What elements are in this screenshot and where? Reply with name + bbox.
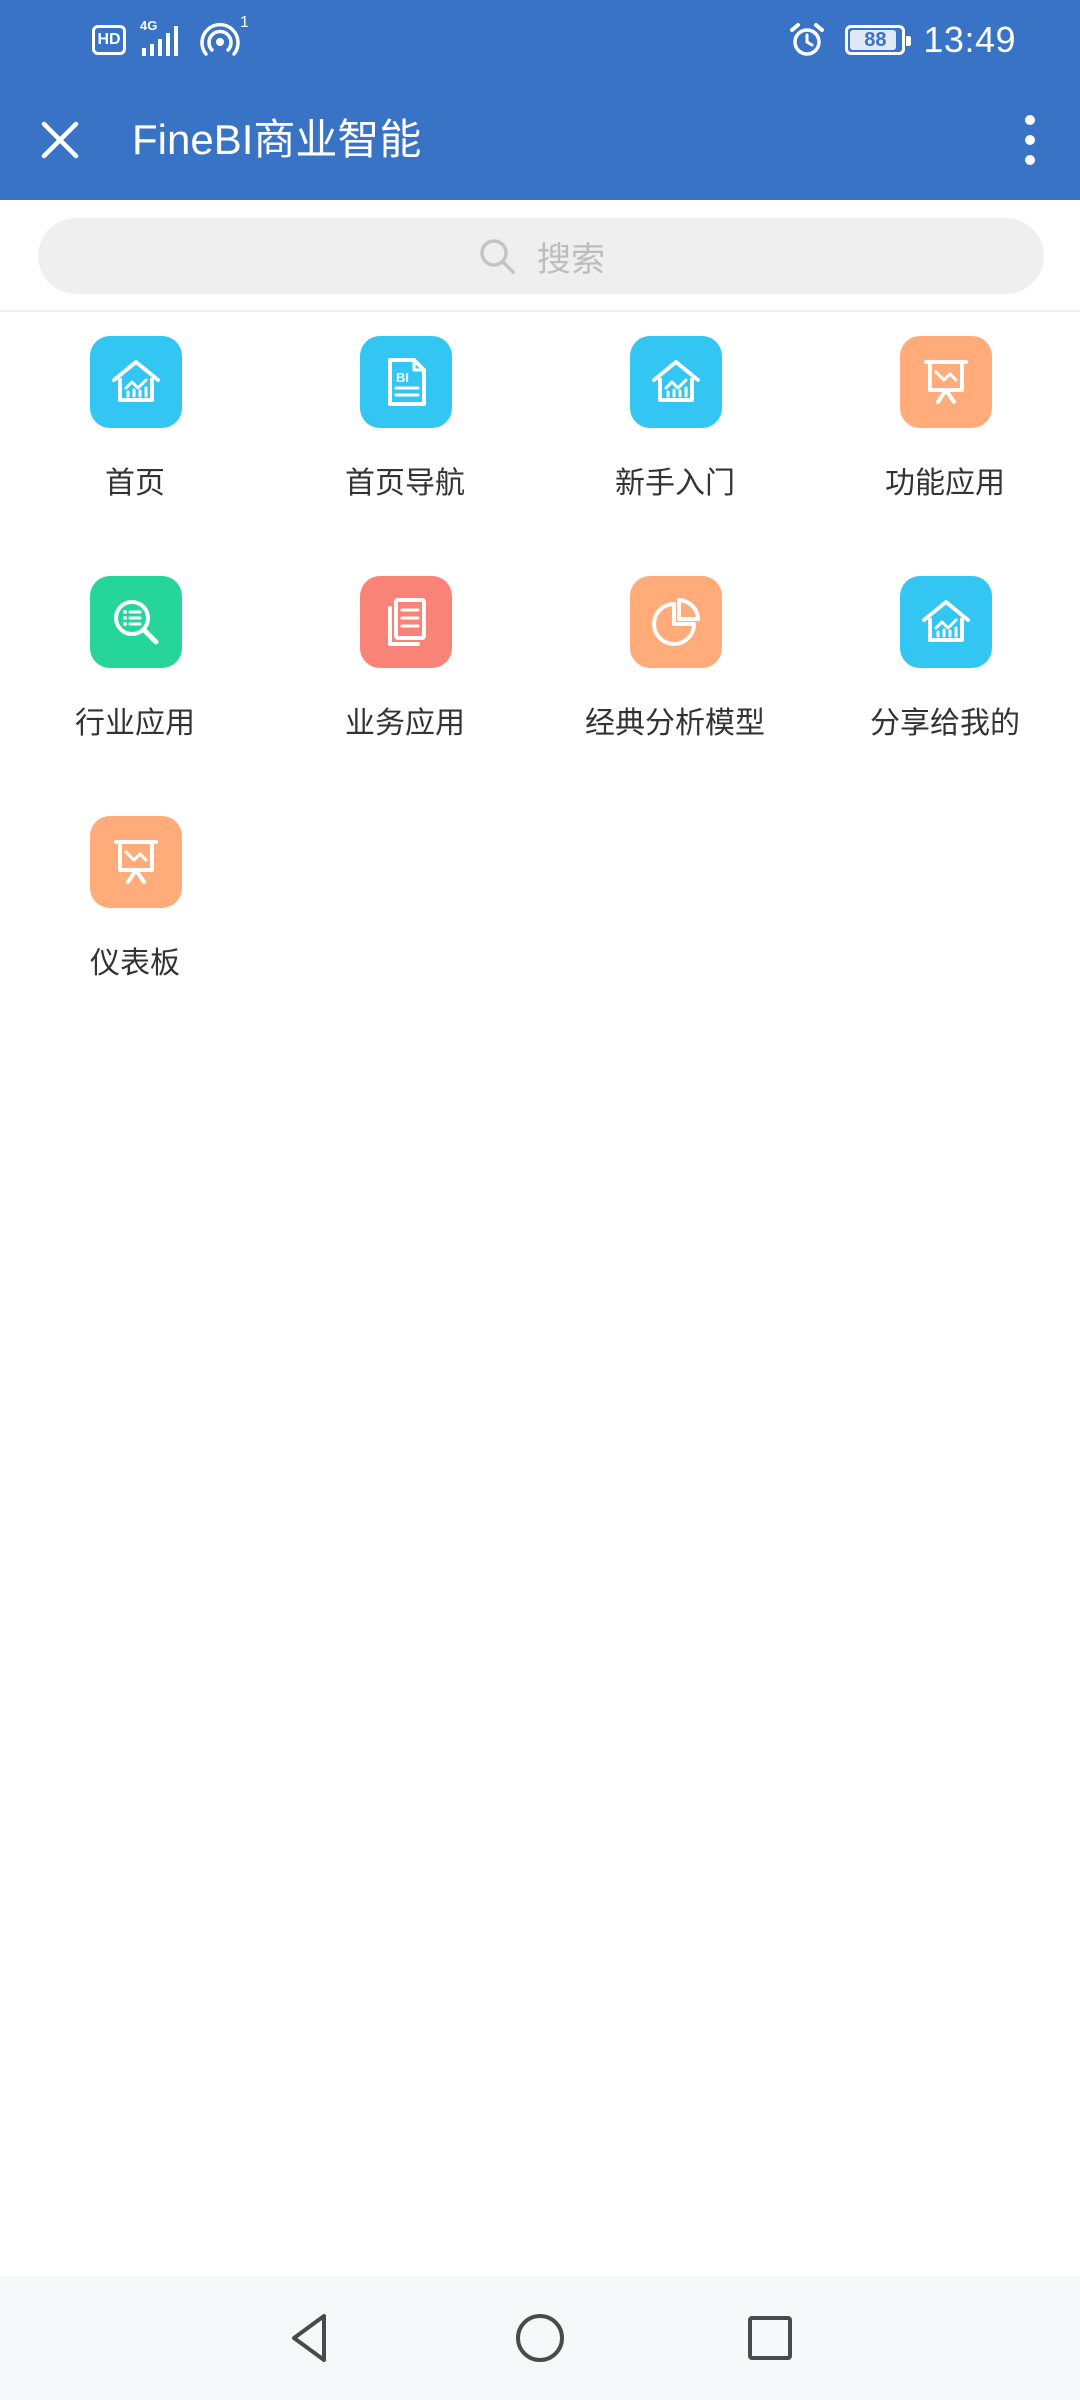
grid-item-home[interactable]: 首页 (0, 312, 270, 552)
app-bar: FineBI商业智能 (0, 80, 1080, 200)
close-icon (41, 121, 79, 159)
status-right: 88 13:49 (787, 14, 1016, 66)
search-placeholder: 搜索 (537, 239, 605, 280)
close-button[interactable] (30, 110, 90, 170)
search-bar-container: 搜索 (0, 200, 1080, 312)
grid-item-analysis-models[interactable]: 经典分析模型 (540, 552, 810, 792)
nav-home-button[interactable] (500, 2298, 580, 2378)
search-icon (480, 239, 515, 274)
grid-item-industry-apps[interactable]: 行业应用 (0, 552, 270, 792)
grid-item-feature-apps[interactable]: 功能应用 (810, 312, 1080, 552)
nav-recents-button[interactable] (730, 2298, 810, 2378)
page-title: FineBI商业智能 (132, 116, 422, 163)
battery-level-text: 88 (864, 28, 887, 51)
hd-badge: HD (92, 25, 126, 55)
status-bar: HD 4G 1 88 13:49 (0, 0, 1080, 80)
more-options-button[interactable] (1000, 110, 1060, 170)
status-time: 13:49 (923, 19, 1016, 60)
magnifier-list-icon (90, 576, 182, 668)
grid-item-label: 分享给我的 (870, 706, 1020, 741)
grid-item-label: 仪表板 (90, 946, 180, 981)
grid-item-label: 行业应用 (75, 706, 195, 741)
grid-item-dashboard[interactable]: 仪表板 (0, 792, 270, 1032)
grid-item-label: 首页 (105, 466, 165, 501)
alarm-icon (787, 20, 827, 60)
home-chart-icon (630, 336, 722, 428)
grid-item-label: 首页导航 (345, 466, 465, 501)
bi-document-icon: BI (360, 336, 452, 428)
system-nav-bar (0, 2276, 1080, 2400)
grid-item-label: 业务应用 (345, 706, 465, 741)
phone-screen: HD 4G 1 88 13:49 FineBI商业智能 搜索 首页 BI 首页导… (0, 0, 1080, 2400)
presentation-board-icon (900, 336, 992, 428)
home-chart-icon (900, 576, 992, 668)
home-circle-icon (516, 2314, 564, 2362)
grid-item-label: 经典分析模型 (585, 706, 765, 741)
svg-text:BI: BI (396, 370, 409, 385)
grid-item-label: 新手入门 (615, 466, 735, 501)
battery-icon: 88 (845, 25, 912, 55)
search-input[interactable]: 搜索 (38, 218, 1044, 294)
pie-chart-icon (630, 576, 722, 668)
back-triangle-icon (292, 2314, 326, 2362)
grid-item-shared-with-me[interactable]: 分享给我的 (810, 552, 1080, 792)
grid-item-label: 功能应用 (885, 466, 1005, 501)
home-chart-icon (90, 336, 182, 428)
grid-item-business-apps[interactable]: 业务应用 (270, 552, 540, 792)
hotspot-icon: 1 (200, 14, 249, 60)
documents-icon (360, 576, 452, 668)
cellular-signal-icon: 4G (140, 18, 186, 58)
grid-item-home-nav[interactable]: BI 首页导航 (270, 312, 540, 552)
recents-square-icon (748, 2316, 792, 2360)
status-left: HD 4G 1 (92, 14, 249, 60)
more-vertical-icon (1025, 115, 1035, 165)
presentation-board-icon (90, 816, 182, 908)
nav-back-button[interactable] (270, 2298, 350, 2378)
grid-item-getting-started[interactable]: 新手入门 (540, 312, 810, 552)
hotspot-count: 1 (240, 14, 249, 31)
